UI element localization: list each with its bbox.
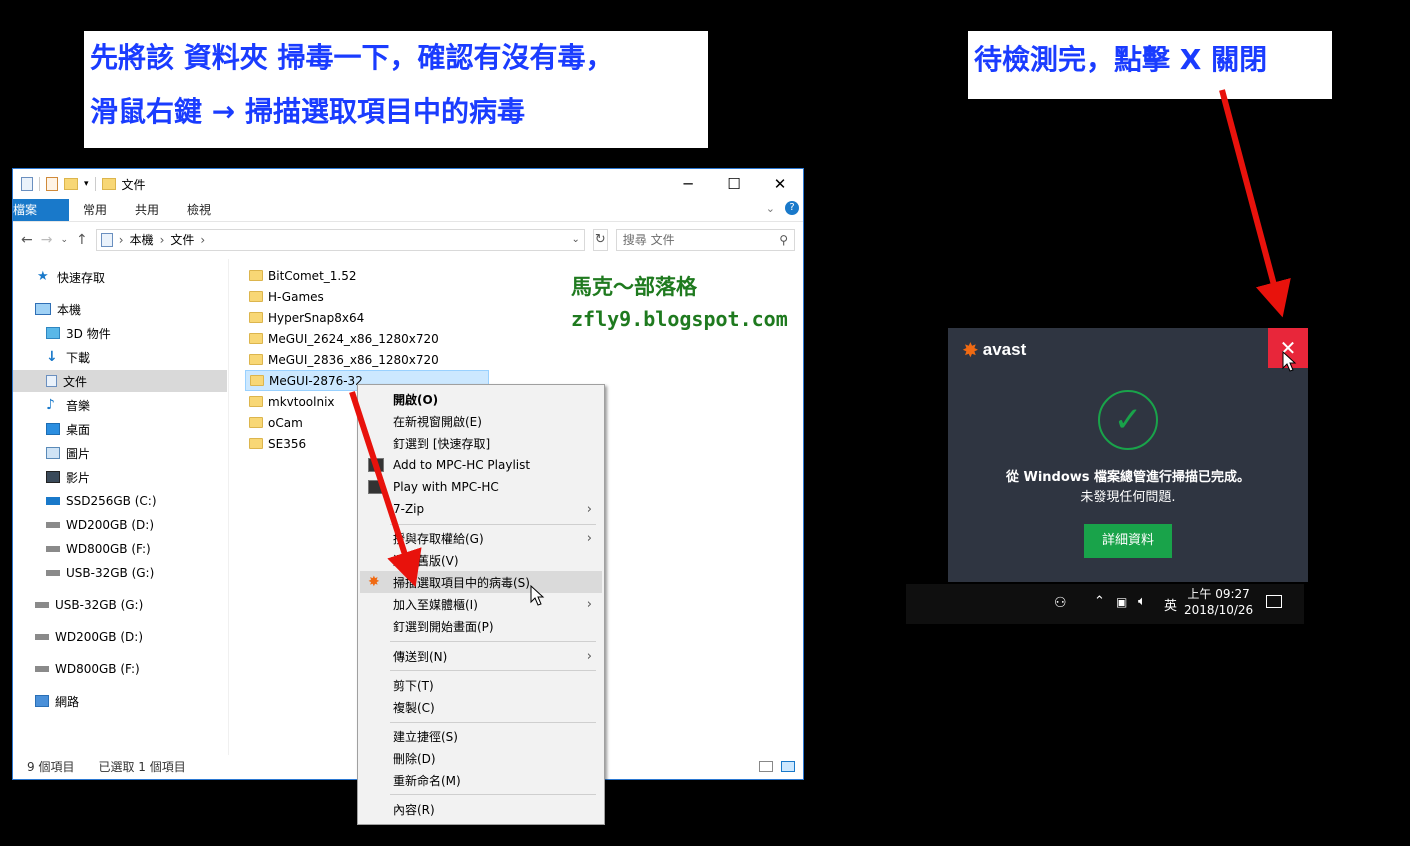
mouse-cursor-icon [530, 584, 545, 606]
arrow-to-scan-menu-item [349, 391, 422, 588]
mouse-cursor-icon [1282, 350, 1297, 372]
annotation-arrows [349, 89, 1297, 606]
arrow-to-close-button [1219, 89, 1291, 318]
